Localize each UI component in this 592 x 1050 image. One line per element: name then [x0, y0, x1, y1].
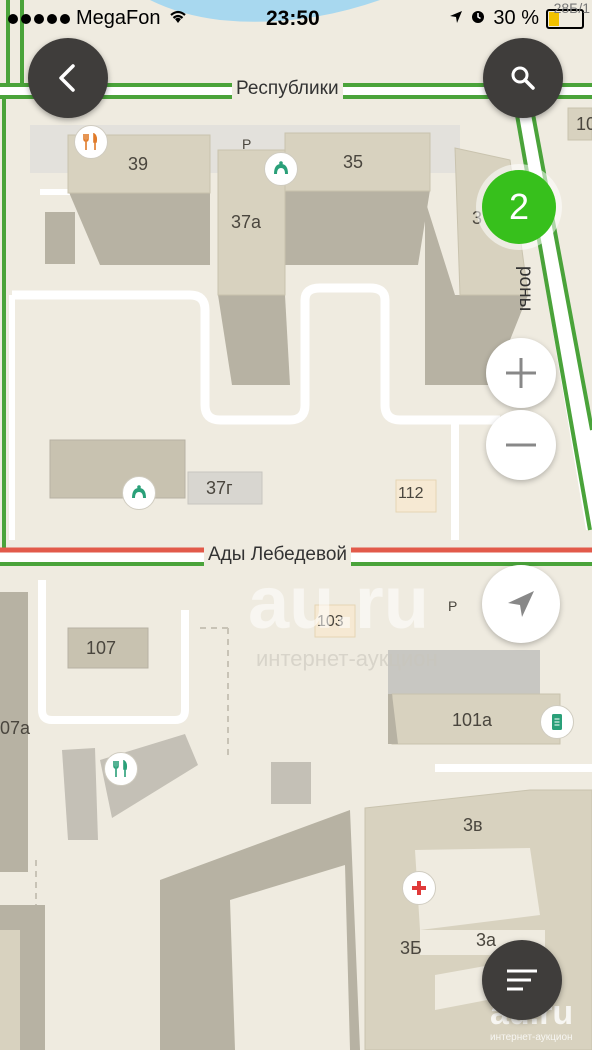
back-icon	[59, 64, 75, 92]
alarm-icon	[470, 7, 486, 30]
hospital-icon[interactable]	[402, 871, 436, 905]
search-icon	[511, 66, 535, 90]
restaurant-icon[interactable]	[104, 752, 138, 786]
my-location-button[interactable]	[482, 565, 560, 643]
location-arrow-icon	[508, 591, 534, 617]
building-label-107: 107	[86, 638, 117, 658]
zoom-in-button[interactable]	[486, 338, 556, 408]
signal-dots-icon	[8, 13, 70, 24]
clock: 23:50	[266, 7, 320, 30]
status-bar: MegaFon 23:50 30 % 28Б/1	[0, 0, 592, 38]
location-status-icon	[449, 7, 463, 30]
parking-label: P	[448, 598, 458, 614]
zoom-out-button[interactable]	[486, 410, 556, 480]
cluster-count-badge[interactable]: 2	[482, 170, 556, 244]
building-label-35: 35	[343, 152, 364, 172]
battery-percent: 30 %	[493, 7, 539, 29]
restaurant-icon[interactable]	[74, 125, 108, 159]
cafe-icon[interactable]	[264, 152, 298, 186]
menu-button[interactable]	[482, 940, 562, 1020]
building-label-3b: 3Б	[400, 938, 422, 958]
building-label-101a: 101а	[452, 710, 493, 730]
building-label-39: 39	[128, 154, 149, 174]
carrier-name: MegaFon	[76, 7, 161, 29]
building-label-37a: 37а	[231, 212, 262, 232]
watermark-corner-sub: интернет-аукцион	[490, 1032, 573, 1043]
building-label-3v: 3в	[463, 815, 483, 835]
status-corner-text: 28Б/1	[553, 0, 590, 16]
building-label-3: 3	[472, 208, 483, 228]
building-label-112: 112	[398, 485, 424, 502]
menu-icon	[507, 969, 537, 991]
plus-icon	[506, 358, 536, 388]
building-label-37g: 37г	[206, 478, 233, 498]
building-label-3a: 3а	[476, 930, 497, 950]
mobile-icon[interactable]	[540, 705, 574, 739]
watermark-logo: au.ru	[248, 561, 429, 644]
building-label-10: 10	[576, 114, 592, 134]
wifi-icon	[167, 7, 189, 30]
watermark-subtitle: интернет-аукцион	[256, 646, 438, 671]
street-label-respubliki: Республики	[232, 78, 343, 100]
street-label-right: роны	[515, 266, 536, 312]
building-label-107a: 07а	[0, 718, 31, 738]
search-button[interactable]	[483, 38, 563, 118]
parking-label: P	[242, 136, 252, 152]
minus-icon	[506, 443, 536, 447]
cafe-icon[interactable]	[122, 476, 156, 510]
back-button[interactable]	[28, 38, 108, 118]
